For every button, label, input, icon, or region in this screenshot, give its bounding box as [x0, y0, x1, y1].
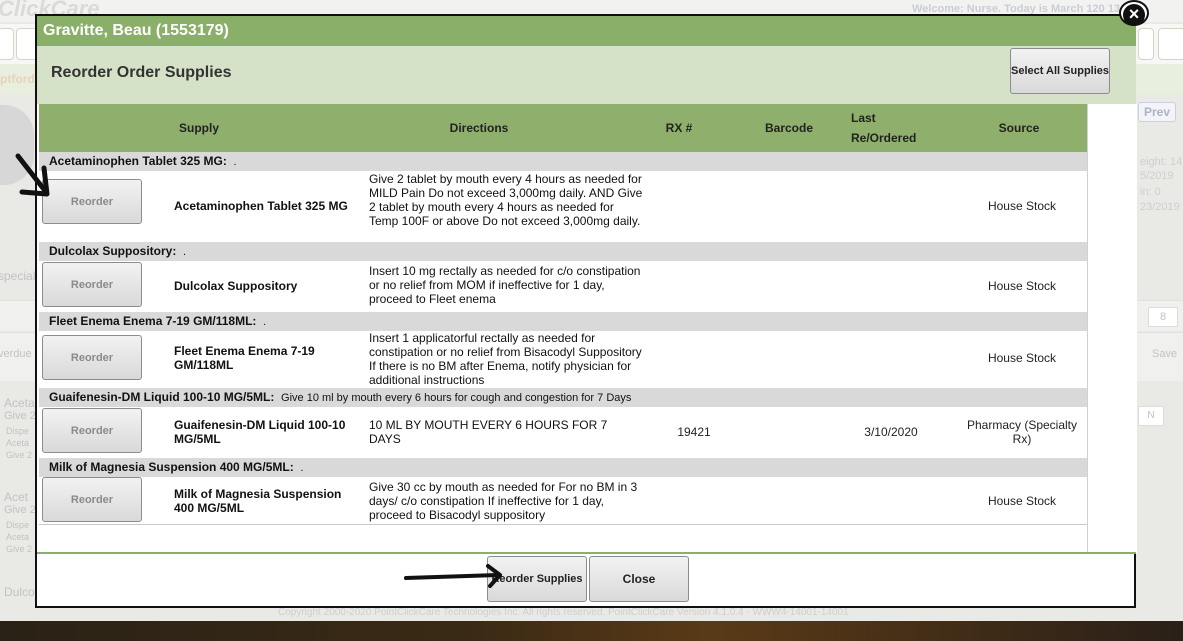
copyright-footer: Copyright 2000-2020 PointClickCare Techn… [278, 607, 849, 618]
col-supply: Supply [178, 121, 219, 135]
prev-button[interactable]: Prev [1138, 102, 1176, 122]
group-header: Milk of Magnesia Suspension 400 MG/5ML: … [39, 458, 1087, 477]
supply-name: Dulcolax Suppository [174, 279, 298, 293]
reorder-button[interactable]: Reorder [42, 477, 142, 522]
col-last-reordered: Last Re/Ordered [851, 111, 917, 145]
supply-source: House Stock [987, 351, 1057, 365]
supply-source: House Stock [987, 279, 1057, 293]
reorder-button[interactable]: Reorder [42, 335, 142, 380]
group-header: Dulcolax Suppository: . [39, 242, 1087, 261]
reorder-button[interactable]: Reorder [42, 179, 142, 224]
supply-directions: Give 2 tablet by mouth every 4 hours as … [369, 172, 643, 228]
reorder-button[interactable]: Reorder [42, 408, 142, 453]
reorder-button[interactable]: Reorder [42, 262, 142, 307]
app-tab [0, 28, 14, 60]
supply-directions: 10 ML BY MOUTH EVERY 6 HOURS FOR 7 DAYS [369, 418, 608, 446]
close-icon[interactable]: × [1123, 4, 1145, 26]
supply-source: House Stock [987, 494, 1057, 508]
desktop-strip [0, 621, 1183, 641]
col-source: Source [998, 121, 1040, 135]
bg-label: Aceta [6, 438, 30, 448]
col-directions: Directions [449, 121, 509, 135]
table-row: Reorder Fleet Enema Enema 7-19 GM/118ML … [39, 331, 1087, 388]
reorder-supplies-dialog: Gravitte, Beau (1553179) Reorder Order S… [35, 14, 1137, 608]
supply-directions: Give 30 cc by mouth as needed for For no… [369, 480, 638, 522]
supplies-table: Supply Directions RX # Barcode Last Re/O… [39, 104, 1087, 554]
info-text: eight: 14 [1140, 156, 1183, 168]
table-header: Supply Directions RX # Barcode Last Re/O… [39, 104, 1087, 152]
bg-label: Aceta [4, 396, 35, 410]
dialog-title: Gravitte, Beau (1553179) [37, 16, 1136, 46]
dialog-footer-divider [37, 552, 1136, 554]
supply-name: Acetaminophen Tablet 325 MG [174, 199, 348, 213]
table-row: Reorder Acetaminophen Tablet 325 MG Give… [39, 171, 1087, 241]
save-button[interactable]: Save [1152, 348, 1177, 360]
supply-name: Fleet Enema Enema 7-19 GM/118ML [174, 344, 315, 372]
bg-label: Dispe [6, 520, 30, 530]
bg-label: Give 2 [6, 450, 33, 460]
supply-directions: Insert 1 applicatorful rectally as neede… [369, 331, 642, 387]
bg-label: Dulco [4, 585, 35, 599]
col-rx: RX # [665, 121, 693, 135]
app-tab [1158, 28, 1183, 60]
supply-last-reordered: 3/10/2020 [864, 425, 918, 439]
table-row: Reorder Milk of Magnesia Suspension 400 … [39, 477, 1087, 525]
supply-rx-number: 19421 [677, 425, 711, 439]
table-row: Reorder Dulcolax Suppository Insert 10 m… [39, 261, 1087, 311]
table-bottom-border [39, 524, 1087, 525]
bg-label: Dispe [6, 426, 30, 436]
bg-label: Give 2 [4, 410, 36, 422]
bg-label: verdue [0, 348, 32, 360]
info-text: 23/2019 [1140, 201, 1180, 213]
n-button[interactable]: N [1138, 406, 1164, 426]
info-text: in: 0 [1140, 186, 1161, 198]
group-header: Fleet Enema Enema 7-19 GM/118ML: . [39, 312, 1087, 331]
annotation-arrow-icon [15, 153, 50, 197]
bg-label: Give 2 [4, 504, 36, 516]
bg-label: Acet [4, 490, 29, 504]
bg-label: special [0, 269, 36, 283]
close-button[interactable]: Close [589, 556, 689, 602]
patient-band-text: ptford [0, 72, 35, 86]
supply-name: Milk of Magnesia Suspension 400 MG/5ML [174, 487, 342, 515]
page-number[interactable]: 8 [1148, 307, 1178, 327]
supply-directions: Insert 10 mg rectally as needed for c/o … [369, 264, 641, 306]
supply-name: Guaifenesin-DM Liquid 100-10 MG/5ML [174, 418, 346, 446]
group-header: Guaifenesin-DM Liquid 100-10 MG/5ML: Giv… [39, 388, 1087, 407]
info-text: 5/2019 [1140, 170, 1174, 182]
col-barcode: Barcode [764, 121, 814, 135]
table-row: Reorder Guaifenesin-DM Liquid 100-10 MG/… [39, 407, 1087, 457]
table-scroll-area[interactable] [1087, 104, 1137, 554]
select-all-supplies-button[interactable]: Select All Supplies [1010, 48, 1110, 94]
dialog-subtitle: Reorder Order Supplies [51, 64, 232, 81]
bg-label: Give 2 [6, 544, 33, 554]
close-dialog-icon[interactable]: × [1119, 0, 1149, 26]
app-tab [1138, 28, 1154, 60]
supply-source: Pharmacy (Specialty Rx) [966, 418, 1078, 446]
group-header: Acetaminophen Tablet 325 MG: . [39, 152, 1087, 171]
supply-source: House Stock [987, 199, 1057, 213]
annotation-arrow-icon [404, 564, 502, 588]
bg-label: Aceta [6, 532, 30, 542]
